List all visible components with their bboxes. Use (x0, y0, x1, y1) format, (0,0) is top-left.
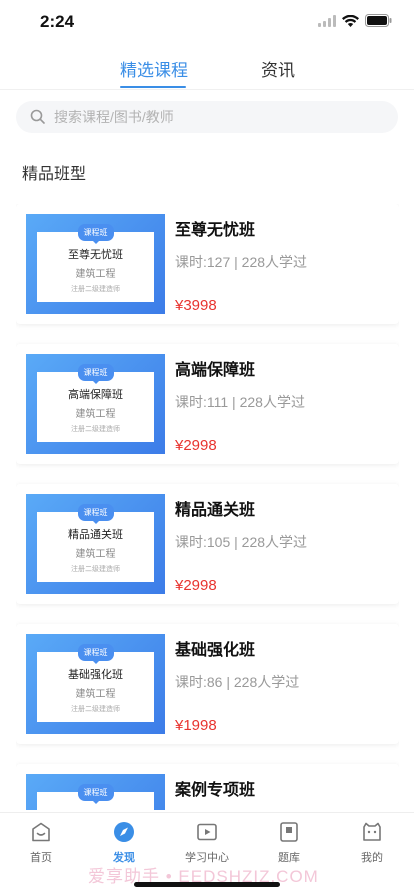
play-icon (197, 823, 217, 841)
tab-selected-courses[interactable]: 精选课程 (120, 56, 188, 81)
thumbnail-subject: 建筑工程 (75, 549, 116, 560)
course-price: ¥2998 (175, 577, 217, 594)
course-thumbnail: 课程班 高端保障班 建筑工程 注册二级建造师 (26, 354, 165, 454)
home-icon (32, 822, 50, 842)
course-thumbnail: 课程班 精品通关班 建筑工程 注册二级建造师 (26, 494, 165, 594)
tabbar-item-profile[interactable]: 我的 (342, 813, 402, 873)
discover-icon (114, 822, 134, 842)
course-card[interactable]: 课程班 高端保障班 建筑工程 注册二级建造师 高端保障班 课时:111 | 22… (16, 344, 399, 464)
search-bar[interactable] (16, 101, 398, 133)
section-title: 精品班型 (22, 166, 87, 183)
status-time: 2:24 (40, 12, 75, 31)
course-type-badge: 课程班 (77, 224, 114, 244)
course-card[interactable]: 课程班 案例专项班 (16, 764, 399, 810)
course-thumbnail: 课程班 (26, 774, 165, 810)
thumbnail-subject: 建筑工程 (75, 689, 116, 700)
course-type-badge: 课程班 (77, 784, 114, 804)
top-tabs: 精选课程 资讯 (0, 44, 414, 90)
search-input[interactable] (54, 101, 384, 133)
status-bar: 2:24 (0, 0, 414, 44)
thumbnail-title: 基础强化班 (68, 669, 123, 681)
course-thumbnail: 课程班 至尊无忧班 建筑工程 注册二级建造师 (26, 214, 165, 314)
course-card[interactable]: 课程班 精品通关班 建筑工程 注册二级建造师 精品通关班 课时:105 | 22… (16, 484, 399, 604)
tabbar-item-home[interactable]: 首页 (11, 813, 71, 873)
thumbnail-title: 精品通关班 (68, 529, 123, 541)
question-bank-icon (280, 822, 298, 842)
course-meta: 课时:111 | 228人学过 (175, 394, 305, 410)
course-thumbnail: 课程班 基础强化班 建筑工程 注册二级建造师 (26, 634, 165, 734)
battery-icon (365, 14, 392, 27)
thumbnail-note: 注册二级建造师 (71, 286, 120, 293)
course-title: 基础强化班 (175, 642, 256, 659)
course-title: 至尊无忧班 (175, 222, 256, 239)
course-type-badge: 课程班 (77, 504, 114, 524)
course-title: 高端保障班 (175, 362, 256, 379)
signal-icon (318, 14, 336, 27)
course-card[interactable]: 课程班 基础强化班 建筑工程 注册二级建造师 基础强化班 课时:86 | 228… (16, 624, 399, 744)
thumbnail-note: 注册二级建造师 (71, 706, 120, 713)
tab-news[interactable]: 资讯 (261, 56, 295, 81)
course-title: 案例专项班 (175, 782, 256, 799)
course-type-badge: 课程班 (77, 644, 114, 664)
course-card[interactable]: 课程班 至尊无忧班 建筑工程 注册二级建造师 至尊无忧班 课时:127 | 22… (16, 204, 399, 324)
wifi-icon (342, 14, 359, 27)
thumbnail-subject: 建筑工程 (75, 269, 116, 280)
course-meta: 课时:86 | 228人学过 (175, 674, 300, 690)
search-icon (30, 109, 45, 124)
thumbnail-title: 高端保障班 (68, 389, 123, 401)
course-title: 精品通关班 (175, 502, 256, 519)
course-price: ¥1998 (175, 717, 217, 734)
thumbnail-title: 至尊无忧班 (68, 249, 123, 261)
active-tab-indicator (120, 86, 186, 88)
course-meta: 课时:127 | 228人学过 (175, 254, 308, 270)
status-icons (318, 14, 392, 27)
course-price: ¥2998 (175, 437, 217, 454)
profile-icon (363, 822, 381, 841)
thumbnail-note: 注册二级建造师 (71, 426, 120, 433)
thumbnail-subject: 建筑工程 (75, 409, 116, 420)
course-price: ¥3998 (175, 297, 217, 314)
course-list: 课程班 至尊无忧班 建筑工程 注册二级建造师 至尊无忧班 课时:127 | 22… (16, 204, 399, 810)
tabbar-label: 首页 (30, 852, 52, 864)
course-type-badge: 课程班 (77, 364, 114, 384)
home-indicator (134, 882, 280, 887)
tabbar-label: 我的 (361, 852, 383, 864)
thumbnail-note: 注册二级建造师 (71, 566, 120, 573)
course-meta: 课时:105 | 228人学过 (175, 534, 308, 550)
